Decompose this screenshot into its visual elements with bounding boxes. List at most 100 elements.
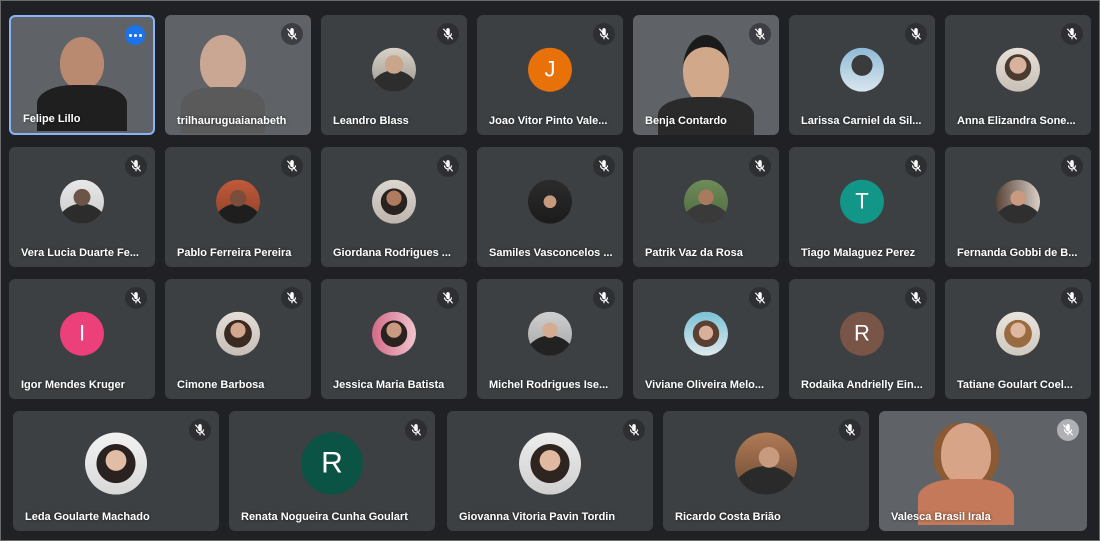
mic-off-icon [1061, 155, 1083, 177]
participant-tile[interactable]: Leandro Blass [321, 15, 467, 135]
participant-name: Fernanda Gobbi de B... [957, 247, 1078, 259]
mic-off-icon [281, 23, 303, 45]
mic-off-icon [839, 419, 861, 441]
mic-off-icon [905, 287, 927, 309]
participant-avatar: R [840, 311, 884, 356]
participant-name: Michel Rodrigues Ise... [489, 379, 609, 391]
mic-off-icon [749, 23, 771, 45]
participant-name: Pablo Ferreira Pereira [177, 247, 292, 259]
participant-tile[interactable]: Viviane Oliveira Melo... [633, 279, 779, 399]
participant-tile[interactable]: Valesca Brasil Irala [879, 411, 1087, 531]
participant-tile[interactable]: Samiles Vasconcelos ... [477, 147, 623, 267]
participant-name: Viviane Oliveira Melo... [645, 379, 765, 391]
mic-off-icon [905, 155, 927, 177]
participant-name: Cimone Barbosa [177, 379, 265, 391]
mic-off-icon [437, 155, 459, 177]
participant-avatar [519, 432, 581, 495]
mic-off-icon [593, 287, 615, 309]
participant-name: Samiles Vasconcelos ... [489, 247, 613, 259]
participant-name: Vera Lucia Duarte Fe... [21, 247, 139, 259]
participant-name: Anna Elizandra Sone... [957, 115, 1076, 127]
participant-avatar [372, 47, 416, 92]
mic-off-icon [593, 155, 615, 177]
participant-avatar [684, 179, 728, 224]
participant-tile[interactable]: J Joao Vitor Pinto Vale... [477, 15, 623, 135]
mic-off-icon [905, 23, 927, 45]
participant-avatar [840, 47, 884, 92]
participant-name: Tiago Malaguez Perez [801, 247, 916, 259]
mic-off-icon [749, 155, 771, 177]
participant-tile[interactable]: Giordana Rodrigues ... [321, 147, 467, 267]
participant-name: Larissa Carniel da Sil... [801, 115, 922, 127]
mic-off-icon [281, 287, 303, 309]
mic-off-icon [125, 155, 147, 177]
participant-avatar [372, 311, 416, 356]
participant-name: Rodaika Andrielly Ein... [801, 379, 923, 391]
mic-off-icon [437, 23, 459, 45]
participant-name: Ricardo Costa Brião [675, 511, 781, 523]
participant-tile[interactable]: Ricardo Costa Brião [663, 411, 869, 531]
participant-tile[interactable]: Tatiane Goulart Coel... [945, 279, 1091, 399]
participant-avatar [216, 179, 260, 224]
participant-tile[interactable]: Pablo Ferreira Pereira [165, 147, 311, 267]
participant-avatar [996, 47, 1040, 92]
participant-avatar [528, 179, 572, 224]
participant-avatar [684, 311, 728, 356]
participant-avatar: T [840, 179, 884, 224]
participant-tile[interactable]: I Igor Mendes Kruger [9, 279, 155, 399]
participant-tile[interactable]: Benja Contardo [633, 15, 779, 135]
participant-tile[interactable]: Giovanna Vitoria Pavin Tordin [447, 411, 653, 531]
more-options-icon[interactable] [125, 25, 145, 45]
mic-off-icon [1061, 23, 1083, 45]
mic-off-icon [281, 155, 303, 177]
participant-tile[interactable]: R Rodaika Andrielly Ein... [789, 279, 935, 399]
participant-name: Joao Vitor Pinto Vale... [489, 115, 608, 127]
participant-avatar [528, 311, 572, 356]
participant-tile[interactable]: Fernanda Gobbi de B... [945, 147, 1091, 267]
participant-tile[interactable]: Cimone Barbosa [165, 279, 311, 399]
participant-name: Patrik Vaz da Rosa [645, 247, 743, 259]
participant-name: Renata Nogueira Cunha Goulart [241, 511, 408, 523]
participant-name: Leandro Blass [333, 115, 409, 127]
mic-off-icon [125, 287, 147, 309]
participant-tile[interactable]: R Renata Nogueira Cunha Goulart [229, 411, 435, 531]
participant-name: Benja Contardo [645, 115, 727, 127]
participant-avatar: R [301, 432, 363, 495]
participant-name: Giovanna Vitoria Pavin Tordin [459, 511, 616, 523]
mic-off-icon [437, 287, 459, 309]
participant-name: Leda Goularte Machado [25, 511, 150, 523]
participant-tile[interactable]: Patrik Vaz da Rosa [633, 147, 779, 267]
participant-tile[interactable]: Michel Rodrigues Ise... [477, 279, 623, 399]
participant-tile[interactable]: Jessica Maria Batista [321, 279, 467, 399]
mic-off-icon [593, 23, 615, 45]
participant-tile[interactable]: Anna Elizandra Sone... [945, 15, 1091, 135]
participant-tile[interactable]: Vera Lucia Duarte Fe... [9, 147, 155, 267]
participant-name: Giordana Rodrigues ... [333, 247, 451, 259]
mic-off-icon [189, 419, 211, 441]
participant-avatar: J [528, 47, 572, 92]
participant-avatar: I [60, 311, 104, 356]
participant-tile[interactable]: trilhauruguaianabeth [165, 15, 311, 135]
participant-name: trilhauruguaianabeth [177, 115, 287, 127]
participant-name: Jessica Maria Batista [333, 379, 445, 391]
participant-name: Felipe Lillo [23, 113, 81, 125]
participant-name: Tatiane Goulart Coel... [957, 379, 1073, 391]
participant-avatar [85, 432, 147, 495]
participant-avatar [216, 311, 260, 356]
participant-tile[interactable]: Larissa Carniel da Sil... [789, 15, 935, 135]
participant-avatar [996, 179, 1040, 224]
participant-avatar [60, 179, 104, 224]
participant-avatar [996, 311, 1040, 356]
participant-tile[interactable]: Felipe Lillo [9, 15, 155, 135]
participant-name: Igor Mendes Kruger [21, 379, 125, 391]
mic-off-icon [405, 419, 427, 441]
participant-tile[interactable]: T Tiago Malaguez Perez [789, 147, 935, 267]
meeting-grid: Felipe Lillo trilhauruguaianabeth Leandr… [0, 0, 1100, 541]
mic-off-icon [1057, 419, 1079, 441]
mic-off-icon [623, 419, 645, 441]
mic-off-icon [1061, 287, 1083, 309]
participant-avatar [735, 432, 797, 495]
participant-tile[interactable]: Leda Goularte Machado [13, 411, 219, 531]
participant-name: Valesca Brasil Irala [891, 511, 991, 523]
mic-off-icon [749, 287, 771, 309]
